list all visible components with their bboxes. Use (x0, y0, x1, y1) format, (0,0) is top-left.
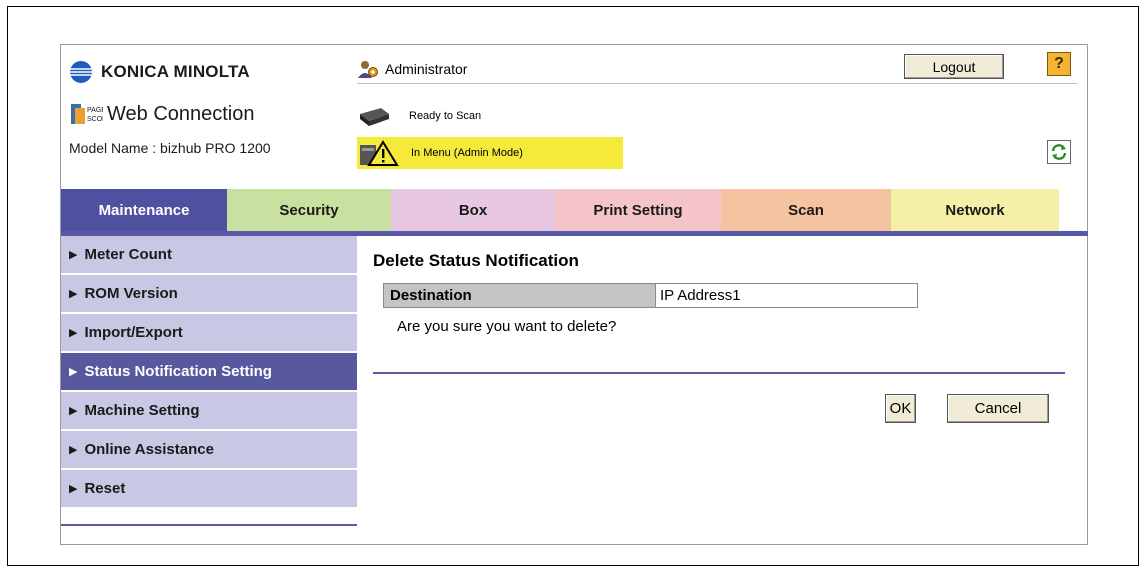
help-icon: ? (1054, 55, 1064, 72)
arrow-right-icon: ▶ (69, 483, 78, 495)
arrow-right-icon: ▶ (69, 327, 78, 339)
tab-network[interactable]: Network (891, 189, 1059, 231)
tab-scan[interactable]: Scan (721, 189, 891, 231)
destination-value: IP Address1 (656, 284, 917, 307)
sidebar-item-label: ROM Version (84, 285, 178, 302)
svg-text:SCOPE: SCOPE (87, 116, 103, 123)
arrow-right-icon: ▶ (69, 444, 78, 456)
mode-status-text: In Menu (Admin Mode) (411, 147, 523, 159)
user-name: Administrator (385, 61, 468, 77)
sidebar-item-rom-version[interactable]: ▶ ROM Version (61, 275, 357, 312)
tab-security[interactable]: Security (227, 189, 391, 231)
mode-status-bar: In Menu (Admin Mode) (357, 137, 623, 169)
arrow-right-icon: ▶ (69, 249, 78, 261)
arrow-right-icon: ▶ (69, 366, 78, 378)
sidebar-item-import-export[interactable]: ▶ Import/Export (61, 314, 357, 351)
sidebar-item-machine-setting[interactable]: ▶ Machine Setting (61, 392, 357, 429)
destination-table: Destination IP Address1 (383, 283, 918, 308)
scan-status-text: Ready to Scan (409, 110, 482, 122)
pagescope-icon: PAGE SCOPE (71, 104, 103, 124)
help-button[interactable]: ? (1047, 52, 1071, 76)
tab-maintenance[interactable]: Maintenance (61, 189, 227, 231)
sidebar-item-label: Reset (84, 480, 126, 497)
scan-status-row: Ready to Scan (357, 103, 481, 129)
sidebar-menu: ▶ Meter Count ▶ ROM Version ▶ Import/Export… (61, 236, 357, 509)
sidebar-item-label: Status Notification Setting (84, 363, 272, 380)
tab-label: Maintenance (98, 201, 190, 219)
tab-label: Scan (788, 201, 824, 219)
tab-box[interactable]: Box (391, 189, 555, 231)
arrow-right-icon: ▶ (69, 405, 78, 417)
sidebar-item-meter-count[interactable]: ▶ Meter Count (61, 236, 357, 273)
sidebar-item-label: Import/Export (84, 324, 183, 341)
arrow-right-icon: ▶ (69, 288, 78, 300)
main-tabs: Maintenance Security Box Print Setting S… (61, 189, 1059, 231)
header-divider (357, 83, 1077, 84)
svg-text:PAGE: PAGE (87, 107, 103, 114)
sidebar-item-reset[interactable]: ▶ Reset (61, 470, 357, 507)
konica-minolta-globe-icon (70, 61, 92, 83)
brand-name: KONICA MINOLTA (101, 62, 250, 81)
cancel-button[interactable]: Cancel (947, 394, 1049, 423)
tab-label: Box (458, 201, 488, 219)
product-name: Web Connection (107, 102, 255, 125)
warning-icon (360, 140, 399, 166)
sidebar-item-label: Machine Setting (84, 402, 200, 419)
sidebar-item-label: Online Assistance (84, 441, 214, 458)
model-name: Model Name : bizhub PRO 1200 (69, 140, 271, 156)
tab-print-setting[interactable]: Print Setting (555, 189, 721, 231)
ok-button[interactable]: OK (885, 394, 916, 423)
refresh-button[interactable] (1047, 140, 1071, 164)
sidebar-item-label: Meter Count (84, 246, 172, 263)
content-divider (373, 372, 1065, 374)
confirm-message: Are you sure you want to delete? (397, 318, 617, 335)
logout-button[interactable]: Logout (904, 54, 1004, 79)
scanner-icon (360, 108, 389, 126)
sidebar-bottom-rule (61, 524, 357, 526)
tab-label: Security (279, 201, 339, 219)
tab-label: Print Setting (593, 201, 683, 219)
administrator-icon (358, 61, 378, 78)
pagescope-logo: PAGE SCOPE Web Connection (69, 101, 255, 127)
tab-label: Network (945, 201, 1005, 219)
sidebar-item-online-assistance[interactable]: ▶ Online Assistance (61, 431, 357, 468)
user-info: Administrator (357, 58, 467, 80)
sidebar-item-status-notification-setting[interactable]: ▶ Status Notification Setting (61, 353, 357, 390)
refresh-icon (1051, 144, 1067, 160)
destination-label: Destination (384, 284, 656, 307)
web-connection-window: KONICA MINOLTA PAGE SCOPE Web Connection… (60, 44, 1088, 545)
page-title: Delete Status Notification (373, 251, 579, 270)
brand-logo: KONICA MINOLTA (69, 60, 250, 84)
